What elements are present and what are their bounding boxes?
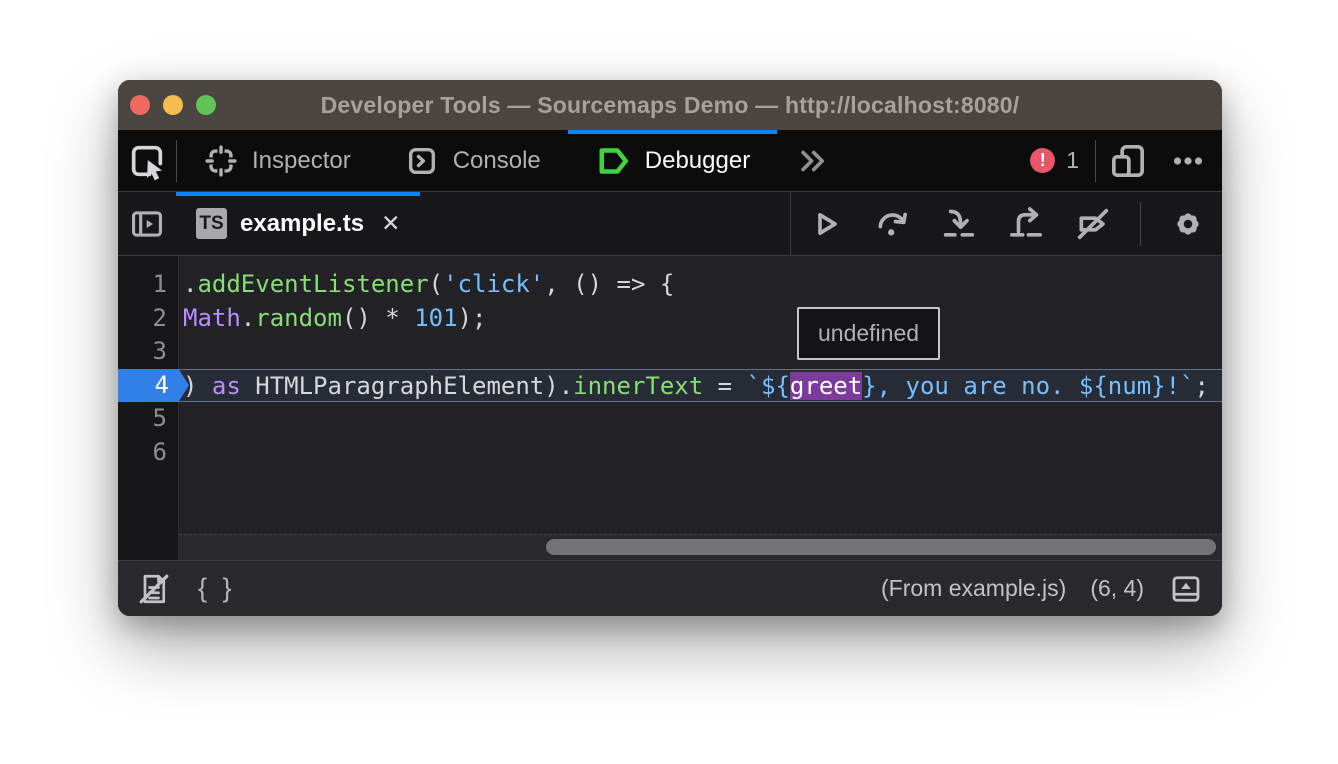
source-tabbar: TS example.ts ✕ [118, 192, 1222, 256]
window-title: Developer Tools — Sourcemaps Demo — http… [118, 92, 1222, 119]
console-icon [405, 144, 439, 178]
line-number[interactable]: 1 [118, 268, 178, 302]
tab-inspector[interactable]: Inspector [177, 130, 378, 191]
source-tab-label: example.ts [240, 210, 364, 238]
line-number[interactable]: 2 [118, 302, 178, 336]
paused-line-marker: 4 [118, 369, 189, 403]
code-text[interactable]: .addEventListener('click', () => { [178, 268, 1222, 302]
code-line: 6 [118, 436, 1222, 470]
statusbar: { } (From example.js) (6, 4) [118, 560, 1222, 616]
responsive-design-mode-button[interactable] [1096, 130, 1160, 191]
close-tab-icon[interactable]: ✕ [381, 210, 400, 237]
resume-icon [805, 204, 845, 244]
cursor-position: (6, 4) [1090, 575, 1144, 602]
zoom-window-button[interactable] [196, 95, 216, 115]
code-line: 4) as HTMLParagraphElement).innerText = … [118, 369, 1222, 403]
code-editor: 1.addEventListener('click', () => {2Math… [118, 256, 1222, 560]
deactivate-breakpoints-icon [1073, 204, 1113, 244]
braces-icon: { } [198, 573, 236, 604]
traffic-lights [130, 95, 216, 115]
variable-preview-tooltip: undefined [797, 307, 940, 360]
debugger-settings-button[interactable] [1168, 204, 1208, 244]
slashed-document-icon [136, 571, 172, 607]
pretty-print-button[interactable]: { } [198, 573, 236, 604]
toggle-sources-panel-button[interactable] [118, 192, 176, 255]
meatball-menu-button[interactable] [1160, 130, 1216, 191]
error-count: 1 [1066, 147, 1079, 174]
code-line: 5 [118, 402, 1222, 436]
titlebar: Developer Tools — Sourcemaps Demo — http… [118, 80, 1222, 130]
pick-element-button[interactable] [118, 130, 176, 191]
devtools-window: Developer Tools — Sourcemaps Demo — http… [118, 80, 1222, 616]
line-number[interactable]: 6 [118, 436, 178, 470]
code-text[interactable]: Math.random() * 101); [178, 302, 1222, 336]
error-icon: ! [1030, 148, 1055, 173]
error-count-badge[interactable]: ! 1 [1030, 147, 1079, 174]
element-picker-icon [127, 141, 167, 181]
code-text[interactable] [178, 436, 1222, 470]
tab-label: Console [453, 147, 541, 175]
code-lines: 1.addEventListener('click', () => {2Math… [118, 256, 1222, 469]
code-text[interactable] [178, 335, 1222, 369]
line-number[interactable]: 5 [118, 402, 178, 436]
step-in-icon [939, 204, 979, 244]
close-window-button[interactable] [130, 95, 150, 115]
tab-console[interactable]: Console [378, 130, 568, 191]
controls-separator [1140, 202, 1141, 246]
toolbox-toolbar: Inspector Console Debugger [118, 130, 1222, 192]
tab-label: Inspector [252, 147, 351, 175]
step-over-button[interactable] [872, 204, 912, 244]
resume-button[interactable] [805, 204, 845, 244]
code-text[interactable] [178, 402, 1222, 436]
panel-toggle-icon [128, 205, 166, 243]
tab-label: Debugger [645, 147, 750, 175]
horizontal-scrollbar[interactable] [179, 534, 1222, 560]
gear-icon [1169, 205, 1207, 243]
code-line: 1.addEventListener('click', () => { [118, 268, 1222, 302]
code-text[interactable]: ) as HTMLParagraphElement).innerText = `… [178, 369, 1222, 403]
inspector-icon [204, 144, 238, 178]
debugger-controls [790, 192, 1222, 255]
source-tab-example-ts[interactable]: TS example.ts ✕ [176, 192, 420, 255]
meatball-menu-icon [1170, 143, 1206, 179]
step-out-button[interactable] [1006, 204, 1046, 244]
debugger-icon [595, 143, 631, 179]
more-tools-button[interactable] [793, 130, 833, 191]
step-in-button[interactable] [939, 204, 979, 244]
responsive-design-icon [1108, 141, 1148, 181]
minimize-window-button[interactable] [163, 95, 183, 115]
scrollbar-thumb[interactable] [546, 539, 1216, 555]
line-number[interactable]: 3 [118, 335, 178, 369]
step-over-icon [872, 204, 912, 244]
expand-panes-icon [1168, 571, 1204, 607]
mapped-source-note: (From example.js) [881, 575, 1066, 602]
line-number[interactable]: 4 [118, 369, 178, 403]
step-out-icon [1006, 204, 1046, 244]
typescript-file-icon: TS [196, 208, 227, 239]
deactivate-breakpoints-button[interactable] [1073, 204, 1113, 244]
ignore-source-button[interactable] [136, 571, 172, 607]
code-line: 3 [118, 335, 1222, 369]
code-line: 2Math.random() * 101); [118, 302, 1222, 336]
chevron-double-right-icon [796, 144, 830, 178]
expand-panes-button[interactable] [1168, 571, 1204, 607]
tab-debugger[interactable]: Debugger [568, 130, 777, 191]
